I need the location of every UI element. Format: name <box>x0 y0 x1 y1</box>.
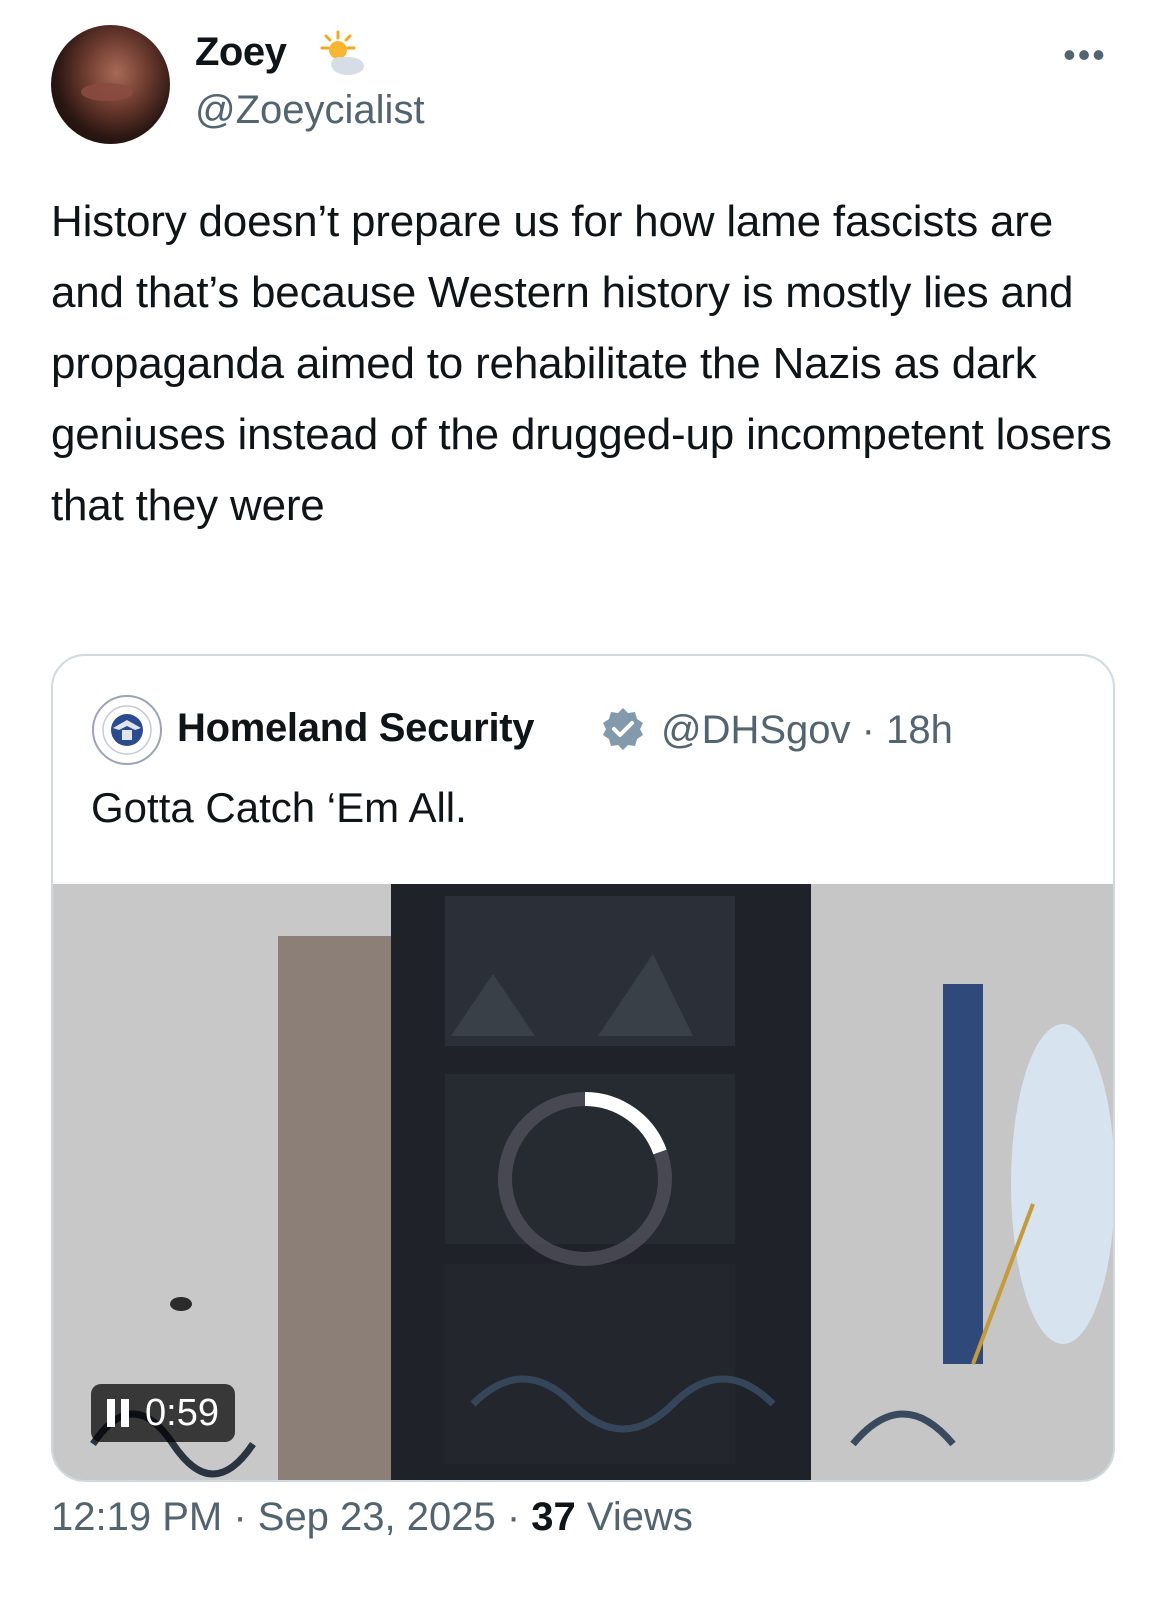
author-avatar[interactable] <box>51 25 170 144</box>
tweet-timestamp[interactable]: 12:19 PM · Sep 23, 2025 · <box>51 1495 531 1539</box>
verified-badge-icon <box>603 708 643 750</box>
avatar-photo-detail <box>81 83 133 101</box>
sun-behind-cloud-icon <box>320 30 364 75</box>
author-handle[interactable]: @Zoeycialist <box>195 88 425 133</box>
more-options-button[interactable]: ••• <box>1057 37 1113 73</box>
video-duration: 0:59 <box>145 1392 219 1434</box>
quoted-author-name[interactable]: Homeland Security <box>177 706 535 751</box>
quoted-handle-time[interactable]: @DHSgov · 18h <box>661 708 953 753</box>
views-count: 37 <box>531 1495 576 1539</box>
quoted-tweet-card[interactable]: Homeland Security @DHSgov · 18h Gotta Ca… <box>51 654 1115 1482</box>
dhs-seal-icon <box>92 695 162 765</box>
pause-icon[interactable] <box>107 1399 131 1427</box>
video-player[interactable]: 0:59 <box>53 884 1113 1480</box>
quoted-tweet-text: Gotta Catch ‘Em All. <box>91 784 467 831</box>
author-display-name[interactable]: Zoey <box>195 30 287 75</box>
video-duration-badge[interactable]: 0:59 <box>91 1384 235 1442</box>
views-label: Views <box>575 1495 693 1539</box>
tweet-metadata: 12:19 PM · Sep 23, 2025 · 37 Views <box>51 1495 693 1540</box>
tweet-text: History doesn’t prepare us for how lame … <box>51 197 1112 530</box>
